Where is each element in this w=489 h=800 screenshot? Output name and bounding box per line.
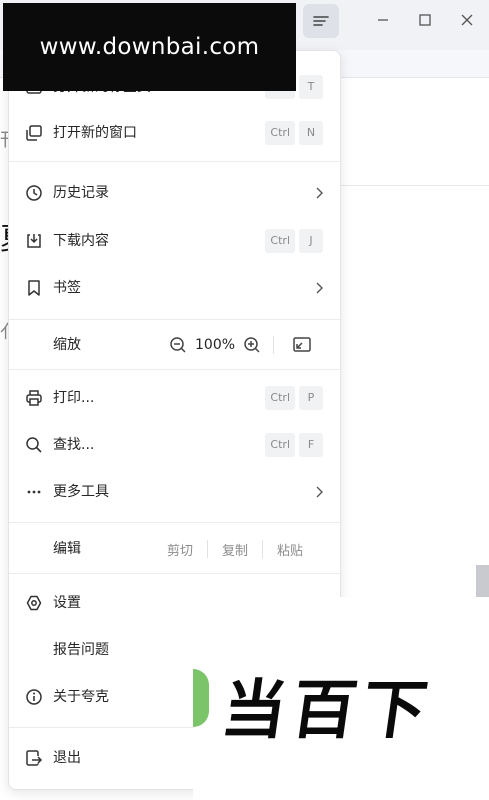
- zoom-separator: [273, 336, 275, 354]
- minimize-button[interactable]: [370, 7, 396, 33]
- shortcut-key: Ctrl: [265, 386, 295, 410]
- edit-controls: 剪切 复制 粘贴: [167, 525, 303, 573]
- shortcut: Ctrl N: [265, 121, 323, 145]
- maximize-icon: [419, 14, 431, 26]
- menu-item-label: 历史记录: [53, 185, 109, 201]
- clock-icon: [26, 185, 42, 201]
- shortcut: Ctrl J: [265, 229, 323, 253]
- chevron-right-icon: [316, 187, 323, 199]
- zoom-controls: 100%: [169, 321, 312, 369]
- paste-button[interactable]: 粘贴: [263, 540, 303, 559]
- maximize-button[interactable]: [412, 7, 438, 33]
- close-icon: [461, 14, 473, 26]
- printer-icon: [26, 390, 42, 406]
- fullscreen-icon[interactable]: [292, 336, 312, 354]
- info-icon: [26, 689, 42, 705]
- shortcut-key: Ctrl: [265, 229, 295, 253]
- cut-button[interactable]: 剪切: [167, 540, 207, 559]
- shortcut-key: T: [299, 75, 323, 99]
- zoom-out-icon[interactable]: [169, 336, 187, 354]
- menu-divider: [9, 161, 340, 162]
- menu-item-history[interactable]: 历史记录: [9, 171, 340, 215]
- menu-item-label: 缩放: [53, 337, 81, 353]
- watermark-banner: www.downbai.com: [3, 3, 296, 91]
- menu-divider: [9, 522, 340, 523]
- logo-text: 当百下: [216, 674, 438, 748]
- ellipsis-icon: [27, 490, 41, 494]
- menu-item-downloads[interactable]: 下载内容 Ctrl J: [9, 219, 340, 263]
- menu-item-label: 报告问题: [53, 642, 109, 658]
- chevron-right-icon: [316, 282, 323, 294]
- menu-item-label: 关于夸克: [53, 689, 109, 705]
- menu-item-label: 查找...: [53, 437, 95, 453]
- shortcut-key: J: [299, 229, 323, 253]
- minimize-icon: [378, 19, 388, 21]
- menu-item-edit: 编辑 剪切 复制 粘贴: [9, 525, 340, 573]
- shortcut-key: Ctrl: [265, 121, 295, 145]
- menu-item-zoom: 缩放 100%: [9, 321, 340, 369]
- menu-item-label: 打开新的窗口: [53, 125, 137, 141]
- chevron-right-icon: [316, 486, 323, 498]
- menu-item-label: 退出: [53, 750, 81, 766]
- shortcut-key: Ctrl: [265, 433, 295, 457]
- bookmark-icon: [28, 280, 40, 296]
- menu-divider: [9, 319, 340, 320]
- menu-item-label: 书签: [53, 280, 81, 296]
- shortcut: Ctrl P: [265, 386, 323, 410]
- menu-item-label: 更多工具: [53, 484, 109, 500]
- menu-item-print[interactable]: 打印... Ctrl P: [9, 376, 340, 420]
- menu-item-label: 编辑: [53, 541, 81, 557]
- close-window-button[interactable]: [454, 7, 480, 33]
- shortcut-key: P: [299, 386, 323, 410]
- watermark-logo: 当百下: [193, 597, 489, 800]
- zoom-level: 100%: [195, 337, 236, 353]
- menu-item-more-tools[interactable]: 更多工具: [9, 470, 340, 514]
- menu-item-label: 下载内容: [53, 233, 109, 249]
- zoom-in-icon[interactable]: [243, 336, 261, 354]
- menu-item-label: 打印...: [53, 390, 95, 406]
- menu-divider: [9, 573, 340, 574]
- copy-button[interactable]: 复制: [208, 540, 262, 559]
- menu-lines-icon: [313, 16, 329, 26]
- gear-icon: [26, 595, 42, 611]
- new-window-icon: [26, 125, 42, 141]
- menu-item-label: 设置: [53, 595, 81, 611]
- menu-item-find[interactable]: 查找... Ctrl F: [9, 423, 340, 467]
- search-icon: [26, 437, 42, 453]
- menu-item-new-window[interactable]: 打开新的窗口 Ctrl N: [9, 111, 340, 155]
- exit-icon: [26, 750, 43, 766]
- menu-item-bookmarks[interactable]: 书签: [9, 266, 340, 310]
- main-menu-button[interactable]: [303, 4, 339, 38]
- menu-divider: [9, 369, 340, 370]
- shortcut-key: F: [299, 433, 323, 457]
- logo-mark-icon: [193, 669, 209, 727]
- shortcut: Ctrl F: [265, 433, 323, 457]
- download-icon: [27, 234, 41, 248]
- content-divider: [340, 185, 489, 186]
- shortcut-key: N: [299, 121, 323, 145]
